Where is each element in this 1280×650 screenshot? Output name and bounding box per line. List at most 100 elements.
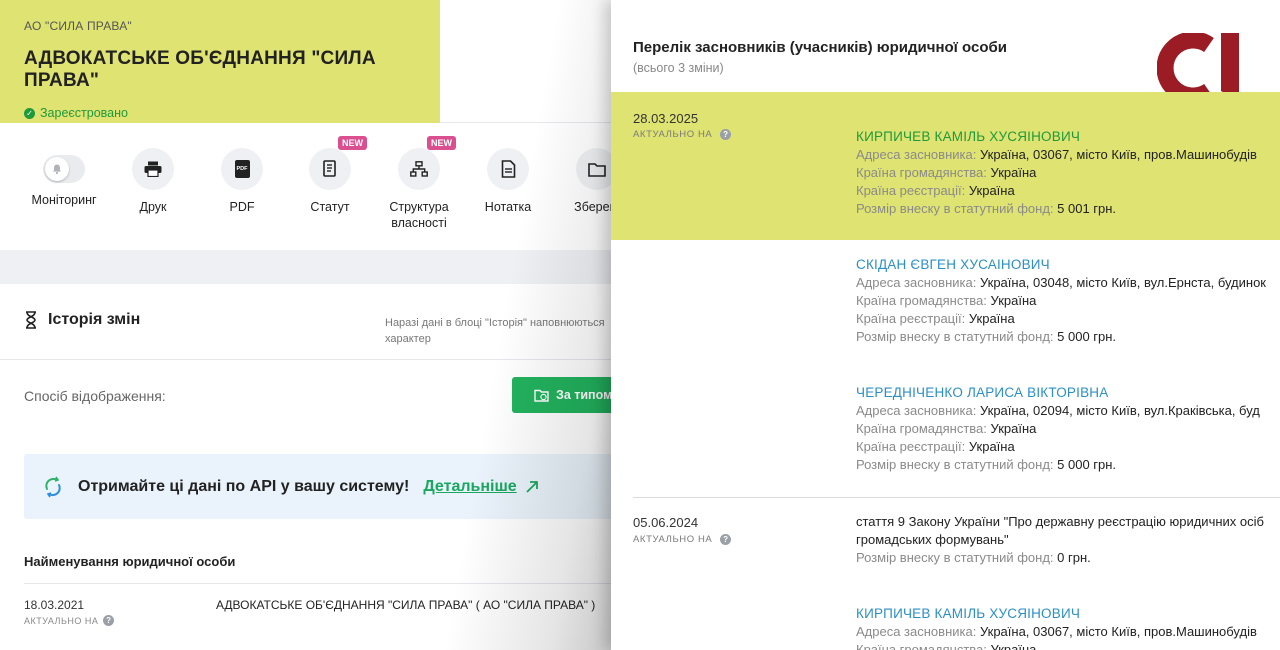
legal-name-actual-label: АКТУАЛЬНО НА ? <box>24 615 115 626</box>
display-mode-label: Спосіб відображення: <box>24 388 166 404</box>
address-value: Україна, 03048, місто Київ, вул.Ернста, … <box>979 275 1266 290</box>
hierarchy-icon <box>410 161 428 177</box>
contribution-key: Розмір внеску в статутний фонд: <box>856 329 1054 344</box>
help-icon[interactable]: ? <box>720 129 732 140</box>
founder-registration: Країна реєстрації: Україна <box>856 182 1280 200</box>
monitoring-toggle[interactable] <box>43 155 85 183</box>
address-key: Адреса засновника: <box>856 403 977 418</box>
legal-basis-line1: стаття 9 Закону України "Про державну ре… <box>856 514 1264 529</box>
note-label: Нотатка <box>484 200 532 214</box>
founder-name[interactable]: СКІДАН ЄВГЕН ХУСАІНОВИЧ <box>856 256 1280 274</box>
folder-icon <box>588 162 606 177</box>
contribution-value: 5 000 грн. <box>1057 457 1117 472</box>
structure-circle <box>398 148 440 190</box>
note-button[interactable]: Нотатка <box>463 148 553 215</box>
contribution-key: Розмір внеску в статутний фонд: <box>856 457 1054 472</box>
registration-status: ✓ Зареєстровано <box>24 106 416 120</box>
registration-value: Україна <box>968 183 1015 198</box>
history-title-text: Історія змін <box>48 311 141 328</box>
action-toolbar: Моніторинг Друк PDF PDF NEW Статут NEW С… <box>0 136 640 240</box>
registration-value: Україна <box>968 311 1015 326</box>
scroll-document-icon <box>323 160 336 177</box>
founder-address: Адреса засновника: Україна, 02094, місто… <box>856 402 1280 420</box>
section-spacer <box>0 250 640 284</box>
statute-label: Статут <box>310 200 350 214</box>
legal-name-section-title: Найменування юридичної особи <box>24 554 236 569</box>
founder-name[interactable]: ЧЕРЕДНІЧЕНКО ЛАРИСА ВІКТОРІВНА <box>856 384 1280 402</box>
founder-contribution: Розмір внеску в статутний фонд: 5 000 гр… <box>856 456 1280 474</box>
founder-citizenship: Країна громадянства: Україна <box>856 292 1280 310</box>
pdf-file-icon: PDF <box>234 160 250 178</box>
check-circle-icon: ✓ <box>24 107 35 119</box>
help-icon[interactable]: ? <box>720 534 732 545</box>
contribution-value: 0 грн. <box>1057 550 1091 565</box>
change-actual-text: АКТУАЛЬНО НА <box>633 534 713 545</box>
legal-basis: стаття 9 Закону України "Про державну ре… <box>856 513 1280 567</box>
pdf-button[interactable]: PDF PDF <box>197 148 287 215</box>
help-icon[interactable]: ? <box>103 615 115 626</box>
printer-icon <box>144 161 162 177</box>
change-actual-label: АКТУАЛЬНО НА ? <box>633 534 732 545</box>
founder-record: СКІДАН ЄВГЕН ХУСАІНОВИЧ Адреса засновник… <box>856 256 1280 346</box>
legal-name-date: 18.03.2021 <box>24 598 85 612</box>
statute-circle <box>309 148 351 190</box>
founder-address: Адреса засновника: Україна, 03048, місто… <box>856 274 1280 292</box>
founders-title: Перелік засновників (учасників) юридично… <box>633 39 1008 56</box>
refresh-icon <box>45 476 61 497</box>
address-value: Україна, 02094, місто Київ, вул.Краківсь… <box>979 403 1260 418</box>
registration-status-label: Зареєстровано <box>40 106 128 120</box>
legal-name-actual-text: АКТУАЛЬНО НА <box>24 615 99 626</box>
address-key: Адреса засновника: <box>856 624 977 639</box>
monitoring-toggle-tool[interactable]: Моніторинг <box>19 148 109 208</box>
founders-panel: Перелік засновників (учасників) юридично… <box>611 0 1280 650</box>
company-full-name: АДВОКАТСЬКЕ ОБ'ЄДНАННЯ "СИЛА ПРАВА" <box>24 48 376 91</box>
company-page: АО "СИЛА ПРАВА" АДВОКАТСЬКЕ ОБ'ЄДНАННЯ "… <box>0 0 640 650</box>
founder-address: Адреса засновника: Україна, 03067, місто… <box>856 623 1280 641</box>
founder-name[interactable]: КИРПИЧЕВ КАМІЛЬ ХУСЯІНОВИЧ <box>856 605 1280 623</box>
pdf-circle: PDF <box>221 148 263 190</box>
api-banner: Отримайте ці дані по API у вашу систему!… <box>24 454 640 519</box>
founder-record: КИРПИЧЕВ КАМІЛЬ ХУСЯІНОВИЧ Адреса заснов… <box>856 605 1280 650</box>
new-badge: NEW <box>338 136 367 150</box>
citizenship-key: Країна громадянства: <box>856 165 987 180</box>
api-banner-text: Отримайте ці дані по API у вашу систему! <box>78 477 410 495</box>
history-section-header: Історія змін Наразі дані в блоці "Історі… <box>0 284 640 360</box>
founder-name[interactable]: КИРПИЧЕВ КАМІЛЬ ХУСЯІНОВИЧ <box>856 128 1280 146</box>
structure-label-line1: Структура <box>389 200 449 214</box>
folder-clock-icon <box>534 389 549 402</box>
founders-subtitle: (всього 3 зміни) <box>633 61 724 75</box>
change-separator <box>633 497 1280 498</box>
print-circle <box>132 148 174 190</box>
api-details-link[interactable]: Детальніше <box>423 478 516 496</box>
statute-button[interactable]: NEW Статут <box>285 136 375 215</box>
legal-basis-contribution: Розмір внеску в статутний фонд: 0 грн. <box>856 549 1280 567</box>
new-badge: NEW <box>427 136 456 150</box>
founder-citizenship: Країна громадянства: Україна <box>856 164 1280 182</box>
hourglass-icon <box>26 311 36 329</box>
founder-citizenship: Країна громадянства: Україна <box>856 420 1280 438</box>
citizenship-value: Україна <box>990 642 1037 650</box>
address-value: Україна, 03067, місто Київ, пров.Машиноб… <box>979 624 1257 639</box>
structure-label-line2: власності <box>391 216 447 230</box>
citizenship-value: Україна <box>990 293 1037 308</box>
change-date: 28.03.2025 <box>633 111 699 126</box>
registration-value: Україна <box>968 439 1015 454</box>
citizenship-value: Україна <box>990 165 1037 180</box>
founder-citizenship: Країна громадянства: Україна <box>856 641 1280 650</box>
history-note-line1: Наразі дані в блоці "Історія" наповнюють… <box>385 317 605 329</box>
founder-record: КИРПИЧЕВ КАМІЛЬ ХУСЯІНОВИЧ Адреса заснов… <box>856 128 1280 218</box>
company-short-name: АО "СИЛА ПРАВА" <box>24 19 132 33</box>
founder-contribution: Розмір внеску в статутний фонд: 5 000 гр… <box>856 328 1280 346</box>
ownership-structure-button[interactable]: NEW Структура власності <box>374 136 464 231</box>
history-note-line2: характер <box>385 333 431 345</box>
change-date: 05.06.2024 <box>633 515 699 530</box>
founder-registration: Країна реєстрації: Україна <box>856 438 1280 456</box>
print-button[interactable]: Друк <box>108 148 198 215</box>
print-label: Друк <box>139 200 167 214</box>
bell-icon <box>45 157 69 181</box>
citizenship-key: Країна громадянства: <box>856 421 987 436</box>
history-title: Історія змін <box>24 311 140 329</box>
founder-contribution: Розмір внеску в статутний фонд: 5 001 гр… <box>856 200 1280 218</box>
contribution-value: 5 001 грн. <box>1057 201 1117 216</box>
contribution-key: Розмір внеску в статутний фонд: <box>856 201 1054 216</box>
